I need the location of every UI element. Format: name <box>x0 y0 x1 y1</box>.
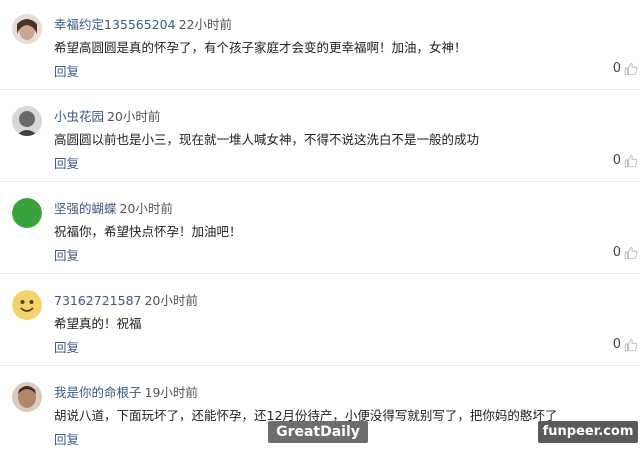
reply-button[interactable]: 回复 <box>54 429 79 448</box>
avatar[interactable] <box>12 290 42 320</box>
thumbs-up-icon <box>624 154 638 167</box>
timestamp: 20小时前 <box>119 201 173 216</box>
comment-meta: 坚强的蝴蝶 20小时前 <box>54 198 173 217</box>
reply-button[interactable]: 回复 <box>54 337 79 356</box>
reply-button[interactable]: 回复 <box>54 153 79 172</box>
reply-button[interactable]: 回复 <box>54 245 79 264</box>
username[interactable]: 小虫花园 <box>54 109 104 124</box>
comment-item: 坚强的蝴蝶 20小时前 祝福你，希望快点怀孕！加油吧！ 回复 0 <box>0 184 640 274</box>
timestamp: 20小时前 <box>107 109 161 124</box>
thumbs-up-icon <box>624 338 638 351</box>
like-button[interactable]: 0 <box>613 245 638 260</box>
comment-meta: 小虫花园 20小时前 <box>54 106 160 125</box>
comment-meta: 我是你的命根子 19小时前 <box>54 382 198 401</box>
like-button[interactable]: 0 <box>613 337 638 352</box>
comment-text: 高圆圆以前也是小三，现在就一堆人喊女神，不得不说这洗白不是一般的成功 <box>54 132 480 147</box>
comment-item: 幸福约定135565204 22小时前 希望高圆圆是真的怀孕了，有个孩子家庭才会变… <box>0 0 640 90</box>
avatar[interactable] <box>12 198 42 228</box>
like-count: 0 <box>612 61 621 76</box>
comment-meta: 73162721587 20小时前 <box>54 290 198 309</box>
like-count: 0 <box>612 245 621 260</box>
comment-text: 祝福你，希望快点怀孕！加油吧！ <box>54 224 242 239</box>
reply-button[interactable]: 回复 <box>54 61 79 80</box>
like-count: 0 <box>612 337 621 352</box>
comment-item: 小虫花园 20小时前 高圆圆以前也是小三，现在就一堆人喊女神，不得不说这洗白不是一… <box>0 92 640 182</box>
username[interactable]: 73162721587 <box>54 293 141 308</box>
avatar[interactable] <box>12 106 42 136</box>
timestamp: 20小时前 <box>144 293 198 308</box>
thumbs-up-icon <box>624 246 638 259</box>
comment-text: 希望真的！祝福 <box>54 316 142 331</box>
like-count: 0 <box>612 153 621 168</box>
like-button[interactable]: 0 <box>613 153 638 168</box>
username[interactable]: 我是你的命根子 <box>54 385 142 400</box>
comment-text: 希望高圆圆是真的怀孕了，有个孩子家庭才会变的更幸福啊！加油，女神！ <box>54 40 467 55</box>
comment-item: 我是你的命根子 19小时前 胡说八道，下面玩坏了，还能怀孕，还12月份待产，小便没… <box>0 368 640 458</box>
like-button[interactable]: 0 <box>613 61 638 76</box>
greatdaily-watermark: GreatDaily <box>268 421 368 443</box>
timestamp: 19小时前 <box>144 385 198 400</box>
comment-item: 73162721587 20小时前 希望真的！祝福 回复 0 <box>0 276 640 366</box>
avatar[interactable] <box>12 382 42 412</box>
funpeer-watermark: funpeer.com <box>538 421 638 443</box>
thumbs-up-icon <box>624 62 638 75</box>
avatar[interactable] <box>12 14 42 44</box>
username[interactable]: 幸福约定135565204 <box>54 17 176 32</box>
username[interactable]: 坚强的蝴蝶 <box>54 201 117 216</box>
comment-meta: 幸福约定135565204 22小时前 <box>54 14 232 33</box>
timestamp: 22小时前 <box>178 17 232 32</box>
